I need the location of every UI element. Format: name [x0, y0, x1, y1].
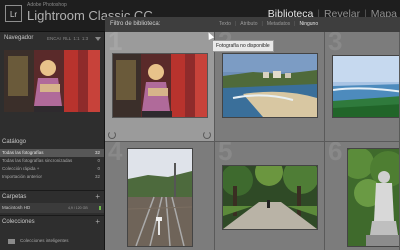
catalog-item-label: Todas las fotografías — [2, 150, 44, 155]
grid-cell-3[interactable]: 3 — [325, 32, 400, 142]
catalog-item-count: 32 — [94, 150, 100, 155]
navigator-zoom-modes[interactable]: ENCAI RLL 1:1 1:3 — [47, 36, 88, 41]
thumbnail-image — [223, 54, 317, 117]
filter-tab-none[interactable]: Ninguno — [295, 21, 322, 27]
thumbnail-image — [113, 54, 207, 117]
grid-cell-5[interactable]: 5 — [215, 142, 325, 250]
rotate-right-icon[interactable] — [203, 131, 211, 139]
collections-header[interactable]: Colecciones + — [0, 215, 104, 228]
collections-title: Colecciones — [2, 219, 35, 225]
volume-name: Macintosh HD — [2, 205, 31, 210]
thumbnail-statue-trees[interactable] — [348, 149, 399, 246]
volume-capacity: 4,9 / 120 GB — [68, 206, 88, 210]
catalog-item-previous-import[interactable]: Importación anterior 32 — [0, 173, 104, 181]
smart-collections-row[interactable]: Colecciones inteligentes — [0, 237, 104, 245]
thumbnail-railway-tracks[interactable] — [128, 149, 192, 246]
add-folder-button[interactable]: + — [95, 192, 100, 201]
filter-tab-text[interactable]: Texto — [215, 21, 235, 27]
thumbnail-girl-with-books[interactable] — [113, 54, 207, 117]
volume-status-indicator — [99, 206, 101, 210]
folders-title: Carpetas — [2, 194, 27, 200]
smart-collections-label: Colecciones inteligentes — [20, 238, 69, 243]
thumbnail-image — [128, 149, 192, 246]
thumbnail-image — [223, 166, 317, 229]
thumbnail-park-path[interactable] — [223, 166, 317, 229]
add-collection-button[interactable]: + — [95, 217, 100, 226]
cell-index: 6 — [328, 142, 343, 166]
lightroom-logo: Lr — [5, 5, 22, 22]
collapse-triangle-icon[interactable] — [95, 37, 101, 41]
catalog-item-count: 0 — [97, 158, 100, 163]
catalog-item-label: Colección rápida + — [2, 166, 40, 171]
catalog-item-synced-photos[interactable]: Todas las fotografías sincronizadas 0 — [0, 157, 104, 165]
catalog-item-quick-collection[interactable]: Colección rápida + 0 — [0, 165, 104, 173]
grid-cell-6[interactable]: 6 — [325, 142, 400, 250]
navigator-preview-image — [4, 50, 100, 112]
rotate-left-icon[interactable] — [108, 131, 116, 139]
smart-collection-folder-icon — [8, 239, 15, 244]
filter-tabs: Texto | Atributo | Metadatos | Ninguno — [215, 21, 322, 27]
catalog-item-count: 32 — [94, 174, 100, 179]
catalog-item-label: Todas las fotografías sincronizadas — [2, 158, 73, 163]
catalog-header[interactable]: Catálogo — [0, 136, 104, 148]
navigator-preview[interactable] — [4, 50, 100, 112]
thumbnail-seaside-bay[interactable] — [333, 56, 399, 117]
library-filter-bar: Filtro de biblioteca: Texto | Atributo | Met… — [105, 17, 400, 33]
cell-index: 4 — [108, 142, 123, 166]
navigator-title: Navegador — [4, 35, 34, 41]
catalog-item-label: Importación anterior — [2, 174, 43, 179]
volume-row[interactable]: Macintosh HD 4,9 / 120 GB — [0, 203, 104, 213]
photo-unavailable-tooltip: Fotografía no disponible — [212, 40, 274, 52]
left-panel: Navegador ENCAI RLL 1:1 1:3 Catálogo Tod… — [0, 32, 105, 250]
photo-grid: 1 2 — [105, 32, 400, 250]
thumbnail-image — [333, 56, 399, 117]
catalog-item-count: 0 — [97, 166, 100, 171]
grid-cell-4[interactable]: 4 — [105, 142, 215, 250]
catalog-item-all-photos[interactable]: Todas las fotografías 32 — [0, 149, 104, 157]
catalog-title: Catálogo — [2, 139, 27, 145]
thumbnail-beach-town[interactable] — [223, 54, 317, 117]
grid-cell-1[interactable]: 1 — [105, 32, 215, 142]
filter-tab-metadata[interactable]: Metadatos — [263, 21, 294, 27]
cell-index: 3 — [328, 32, 343, 56]
library-filter-title: Filtro de biblioteca: — [110, 21, 161, 27]
filter-tab-attribute[interactable]: Atributo — [236, 21, 261, 27]
navigator-header[interactable]: Navegador ENCAI RLL 1:1 1:3 — [0, 32, 104, 46]
folders-header[interactable]: Carpetas + — [0, 190, 104, 203]
thumbnail-image — [348, 149, 399, 246]
cell-index: 5 — [218, 142, 233, 166]
